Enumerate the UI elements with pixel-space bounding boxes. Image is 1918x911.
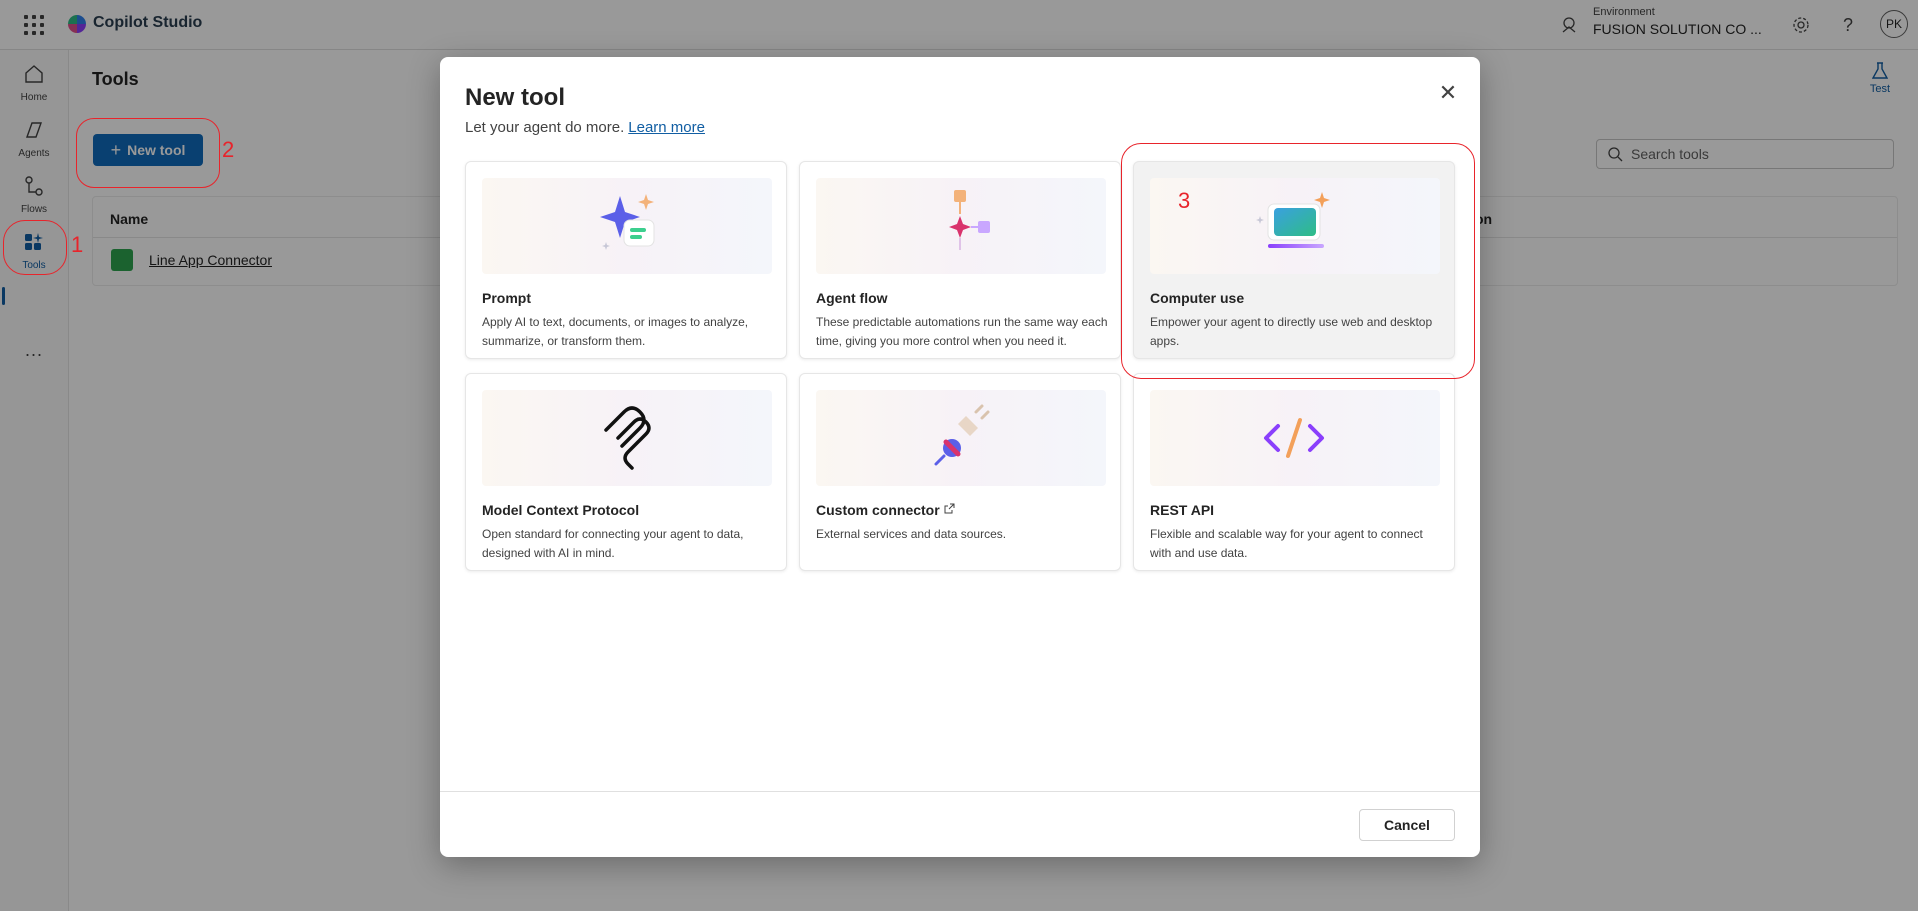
tool-card-custom-connector[interactable]: Custom connector External services and d… (799, 373, 1121, 571)
custom-connector-illustration (816, 390, 1106, 486)
dialog-title: New tool (465, 84, 565, 111)
mcp-illustration (482, 390, 772, 486)
agent-flow-illustration (816, 178, 1106, 274)
annotation-circle-computer-use (1121, 143, 1475, 379)
card-description: Open standard for connecting your agent … (482, 527, 744, 560)
tool-card-agent-flow[interactable]: Agent flow These predictable automations… (799, 161, 1121, 359)
annotation-circle-tools (3, 220, 67, 275)
external-link-icon (944, 503, 955, 514)
close-icon[interactable]: ✕ (1434, 79, 1462, 107)
tool-card-prompt[interactable]: Prompt Apply AI to text, documents, or i… (465, 161, 787, 359)
dialog-subtitle: Let your agent do more. Learn more (465, 119, 705, 136)
card-title: Prompt (482, 290, 531, 306)
card-title: Model Context Protocol (482, 502, 640, 518)
rest-api-illustration (1150, 390, 1440, 486)
card-description: Apply AI to text, documents, or images t… (482, 315, 749, 348)
tool-card-model-context-protocol[interactable]: Model Context Protocol Open standard for… (465, 373, 787, 571)
annotation-number-1: 1 (71, 232, 84, 257)
dialog-footer-divider (440, 791, 1480, 792)
card-description: External services and data sources. (816, 527, 1007, 541)
subtitle-text: Let your agent do more. (465, 119, 625, 136)
card-title-text: Custom connector (816, 502, 940, 518)
annotation-number-3: 3 (1178, 188, 1191, 213)
learn-more-link[interactable]: Learn more (628, 119, 705, 136)
prompt-illustration (482, 178, 772, 274)
card-description: These predictable automations run the sa… (816, 315, 1108, 348)
card-title: Agent flow (816, 290, 888, 306)
card-title: REST API (1150, 502, 1215, 518)
annotation-circle-new-tool (76, 118, 220, 188)
card-title: Custom connector (816, 502, 955, 518)
tool-card-rest-api[interactable]: REST API Flexible and scalable way for y… (1133, 373, 1455, 571)
annotation-number-2: 2 (222, 137, 235, 162)
cancel-button[interactable]: Cancel (1359, 809, 1455, 841)
card-description: Flexible and scalable way for your agent… (1150, 527, 1423, 560)
